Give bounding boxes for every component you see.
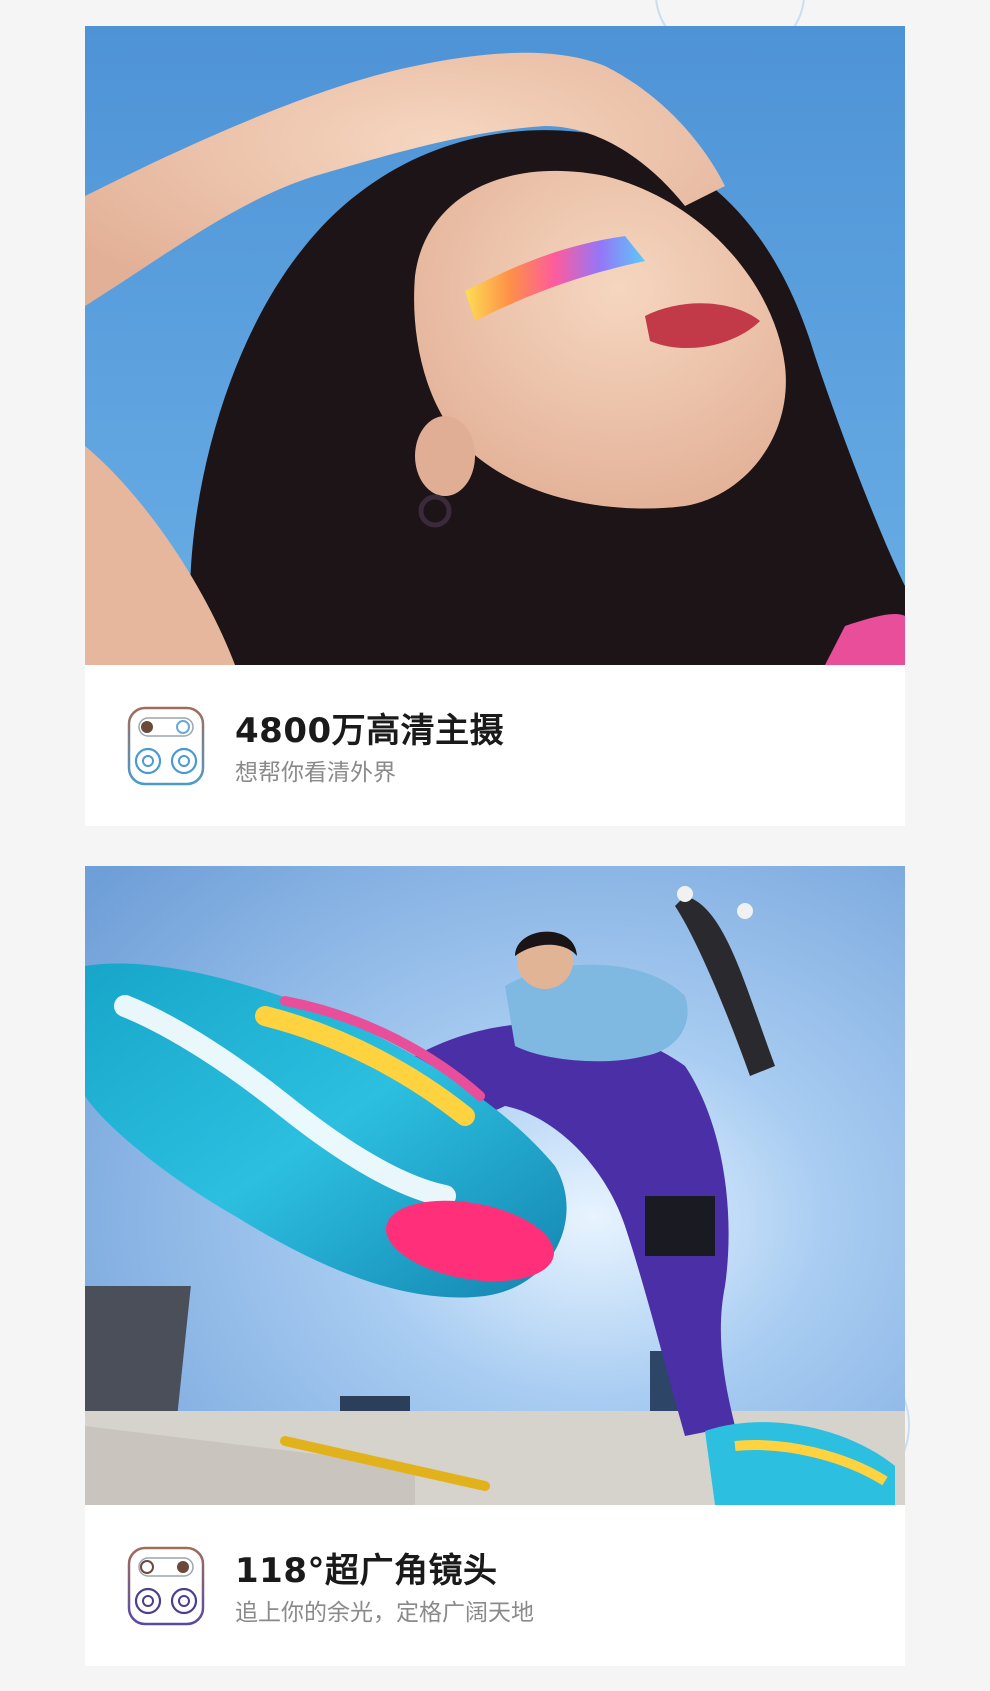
feature-title: 118°超广角镜头	[235, 1551, 498, 1591]
skateboarder-wide-angle-photo	[85, 866, 905, 1505]
portrait-rainbow-light-photo	[85, 26, 905, 665]
skateboarder-illustration	[85, 866, 905, 1505]
feature-card-main-camera: 4800万高清主摄 想帮你看清外界	[85, 26, 905, 826]
feature-caption: 118°超广角镜头 追上你的余光，定格广阔天地	[85, 1505, 905, 1666]
quad-camera-icon	[127, 706, 205, 786]
quad-camera-icon	[127, 1546, 205, 1626]
feature-title: 4800万高清主摄	[235, 711, 505, 751]
feature-caption: 4800万高清主摄 想帮你看清外界	[85, 665, 905, 826]
feature-subtitle: 追上你的余光，定格广阔天地	[235, 1600, 534, 1626]
feature-card-ultra-wide: 118°超广角镜头 追上你的余光，定格广阔天地	[85, 866, 905, 1666]
feature-subtitle: 想帮你看清外界	[235, 760, 396, 786]
page: 4800万高清主摄 想帮你看清外界 118°超广角镜头 追上你的余光，定格广阔天…	[0, 0, 990, 1691]
portrait-illustration	[85, 26, 905, 665]
